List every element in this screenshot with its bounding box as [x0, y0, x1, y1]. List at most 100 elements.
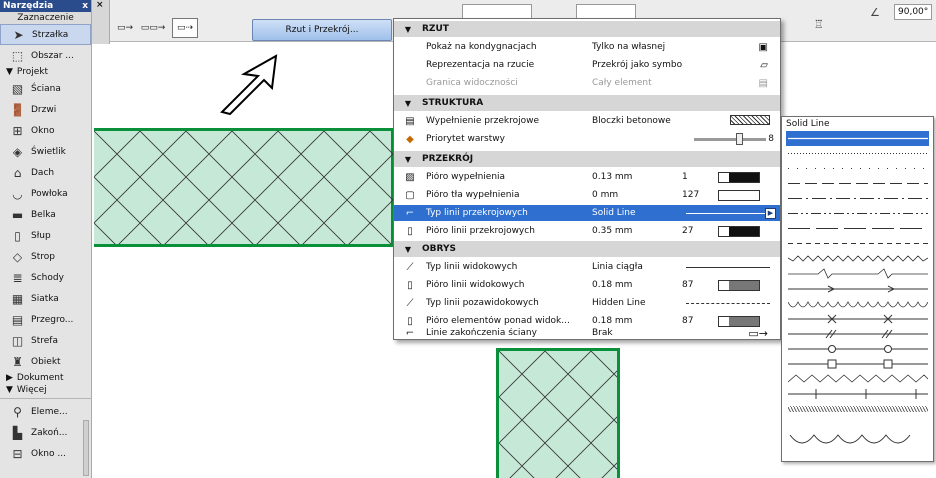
tool-marquee[interactable]: ⬚ Obszar ... [0, 45, 91, 66]
line-type-hidden[interactable] [786, 236, 929, 251]
section-project[interactable]: ▼ Projekt [0, 66, 91, 78]
pen-swatch[interactable] [718, 225, 760, 237]
tool-door[interactable]: 🚪 Drzwi [0, 99, 91, 120]
tool-element[interactable]: ⚲ Eleme... [0, 401, 91, 422]
section-struktura[interactable]: ▼ STRUKTURA [394, 95, 780, 111]
tool-label: Zakoń... [31, 427, 68, 438]
row-cut-line-pen[interactable]: ▯ Pióro linii przekrojowych 0.35 mm 27 [394, 223, 780, 239]
tool-object[interactable]: ♜ Obiekt [0, 351, 91, 372]
line-type-zigzag[interactable] [786, 251, 929, 266]
line-type-sawtooth[interactable] [786, 371, 929, 386]
row-outline-line-type[interactable]: ⟋ Typ linii widokowych Linia ciągła [394, 259, 780, 275]
section-rzut[interactable]: ▼ RZUT [394, 21, 780, 37]
row-cut-line-type[interactable]: ⌐ Typ linii przekrojowych Solid Line ▶ [394, 205, 780, 221]
geometry-chain-icon[interactable]: ▭▭→ [140, 18, 166, 38]
tool-label: Obszar ... [31, 50, 74, 61]
tool-column[interactable]: ▯ Słup [0, 225, 91, 246]
pen-swatch[interactable] [718, 279, 760, 291]
tool-label: Drzwi [31, 104, 57, 115]
section-obrys[interactable]: ▼ OBRYS [394, 241, 780, 257]
wall-vertical[interactable] [496, 348, 620, 478]
tool-label: Powłoka [31, 188, 68, 199]
line-type-dotted[interactable] [786, 146, 929, 161]
tool-arrow[interactable]: ➤ Strzałka [0, 24, 91, 45]
close-icon[interactable]: × [96, 0, 104, 10]
tool-roof[interactable]: ⌂ Dach [0, 162, 91, 183]
line-type-insulation[interactable] [786, 401, 929, 416]
row-value: 0 mm [592, 190, 619, 200]
shell-icon: ◡ [12, 186, 23, 201]
priority-slider[interactable] [694, 132, 766, 145]
line-type-waves[interactable] [786, 296, 929, 311]
line-type-long-dash[interactable] [786, 221, 929, 236]
element-icon: ⚲ [13, 404, 22, 419]
triangle-down-icon: ▼ [404, 98, 412, 108]
wall-horizontal[interactable] [94, 128, 394, 247]
line-type-circle[interactable] [786, 341, 929, 356]
geometry-rect-icon[interactable]: ▭⇢ [172, 18, 198, 38]
line-type-arcs[interactable] [786, 431, 929, 446]
line-type-square[interactable] [786, 356, 929, 371]
tool-window[interactable]: ⊞ Okno [0, 120, 91, 141]
tool-label: Strzałka [32, 29, 69, 40]
reference-line-icon[interactable]: ♖ [814, 18, 824, 31]
section-label: Więcej [16, 385, 47, 395]
row-floor-plan-display[interactable]: Reprezentacja na rzucie Przekrój jako sy… [394, 57, 780, 73]
line-type-dash-dot[interactable] [786, 191, 929, 206]
angle-field[interactable]: 90,00° [894, 4, 932, 20]
tool-wall[interactable]: ▧ Ściana [0, 78, 91, 99]
tool-stair[interactable]: ≣ Schody [0, 267, 91, 288]
line-type-dash-dot-dot[interactable] [786, 206, 929, 221]
tool-label: Świetlik [31, 146, 66, 157]
section-more[interactable]: ▼ Więcej [0, 384, 91, 396]
line-type-plus[interactable] [786, 386, 929, 401]
row-value: 0.35 mm [592, 226, 633, 236]
pen-swatch[interactable] [718, 171, 760, 183]
toolbox-title: Narzędzia [3, 1, 54, 11]
line-type-arrow[interactable] [786, 281, 929, 296]
line-type-icon: ⟋ [406, 297, 414, 309]
row-wall-end-lines[interactable]: ⌐ Linie zakończenia ściany Brak ▭→ [394, 325, 780, 341]
row-fill-bg-pen[interactable]: ▢ Pióro tła wypełnienia 0 mm 127 [394, 187, 780, 203]
dropdown-arrow-icon[interactable]: ▶ [765, 207, 776, 219]
row-value: Przekrój jako symbol [592, 60, 682, 70]
tool-label: Strefa [31, 335, 58, 346]
section-przekroj[interactable]: ▼ PRZEKRÓJ [394, 151, 780, 167]
line-type-dashed[interactable] [786, 176, 929, 191]
tool-skylight[interactable]: ◈ Świetlik [0, 141, 91, 162]
section-document[interactable]: ▶ Dokument [0, 372, 91, 384]
line-type-dot-space[interactable] [786, 161, 929, 176]
toolbox-palette: Narzędzia x Zaznaczenie ➤ Strzałka ⬚ Obs… [0, 0, 92, 478]
row-layer-priority[interactable]: ◆ Priorytet warstwy 8 [394, 131, 780, 147]
pen-swatch[interactable] [718, 189, 760, 201]
row-cut-fill[interactable]: ▤ Wypełnienie przekrojowe Bloczki betono… [394, 113, 780, 129]
tool-beam[interactable]: ▬ Belka [0, 204, 91, 225]
tool-shell[interactable]: ◡ Powłoka [0, 183, 91, 204]
tool-corner-window[interactable]: ⊟ Okno ... [0, 443, 91, 464]
tool-curtain-wall[interactable]: ▤ Przegro... [0, 309, 91, 330]
tool-zone[interactable]: ◫ Strefa [0, 330, 91, 351]
toolbox-scrollbar[interactable] [83, 420, 89, 476]
line-type-solid[interactable] [786, 131, 929, 146]
triangle-down-icon: ▼ [404, 24, 412, 34]
toolbox-title-bar[interactable]: Narzędzia x [0, 0, 91, 12]
triangle-down-icon: ▼ [404, 244, 412, 254]
line-type-cross[interactable] [786, 311, 929, 326]
row-fill-pen[interactable]: ▨ Pióro wypełnienia 0.13 mm 1 [394, 169, 780, 185]
info-box-handle[interactable]: × [92, 0, 110, 44]
row-outline-pen[interactable]: ▯ Pióro linii widokowych 0.18 mm 87 [394, 277, 780, 293]
line-type-slash[interactable] [786, 326, 929, 341]
marquee-icon: ⬚ [11, 48, 24, 63]
close-icon[interactable]: x [82, 0, 88, 12]
tool-wall-end[interactable]: ▙ Zakoń... [0, 422, 91, 443]
row-show-on-stories[interactable]: Pokaż na kondygnacjach Tylko na własnej … [394, 39, 780, 55]
line-type-break[interactable] [786, 266, 929, 281]
tool-mesh[interactable]: ▦ Siatka [0, 288, 91, 309]
tool-label: Okno [31, 125, 55, 136]
geometry-straight-icon[interactable]: ▭→ [112, 18, 138, 38]
slider-knob[interactable] [736, 132, 743, 145]
tool-slab[interactable]: ◇ Strop [0, 246, 91, 267]
row-label: Typ linii przekrojowych [426, 208, 528, 218]
rzut-i-przekroj-button[interactable]: Rzut i Przekrój... [252, 19, 392, 41]
row-overhead-line-type[interactable]: ⟋ Typ linii pozawidokowych Hidden Line [394, 295, 780, 311]
